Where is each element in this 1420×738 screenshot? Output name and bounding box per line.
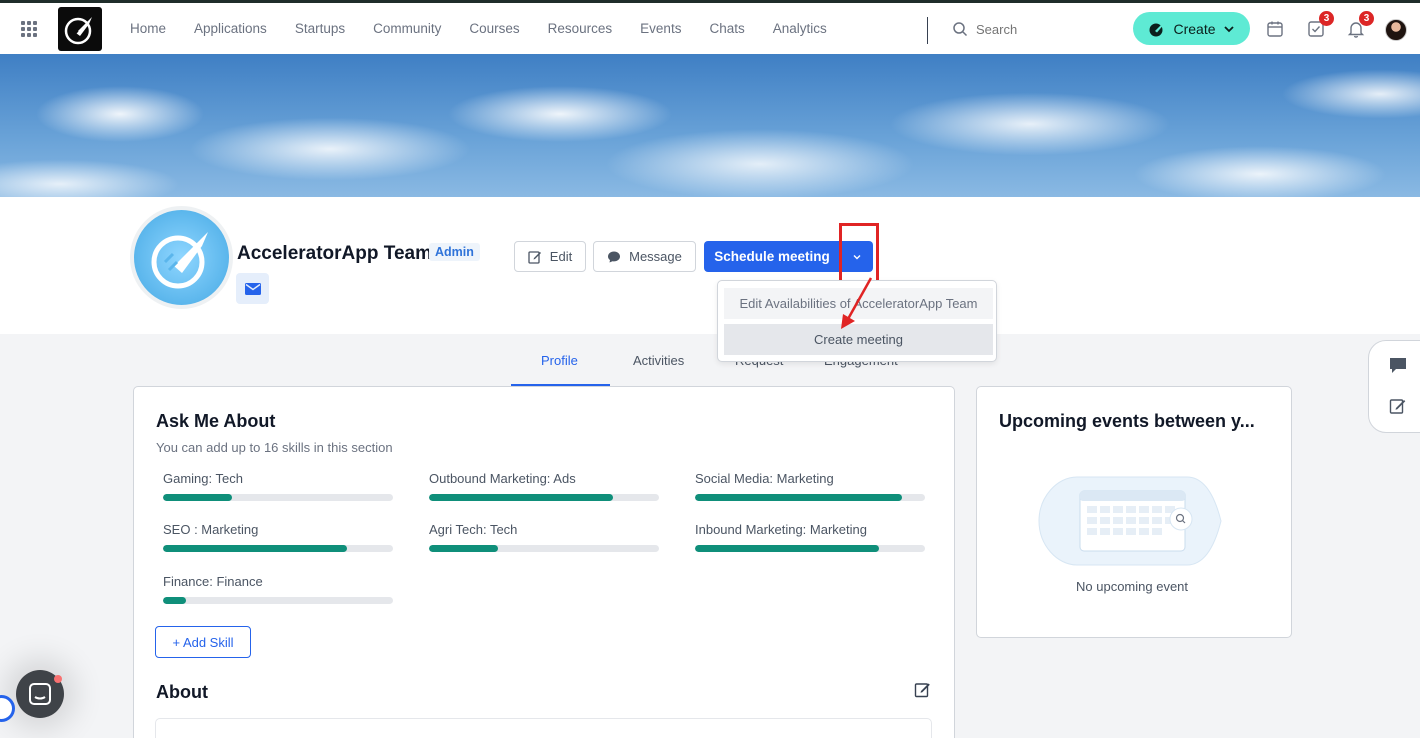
chat-unread-dot xyxy=(54,675,62,683)
edit-button-label: Edit xyxy=(549,249,573,264)
tasks-icon[interactable]: 3 xyxy=(1307,11,1334,40)
skill-bar-fill xyxy=(695,494,902,501)
user-avatar[interactable] xyxy=(1385,19,1407,41)
app-logo[interactable] xyxy=(58,7,102,51)
email-button[interactable] xyxy=(236,273,269,304)
main-nav: Home Applications Startups Community Cou… xyxy=(116,3,841,54)
skill-label: Finance: Finance xyxy=(163,574,263,589)
skill-bar-fill xyxy=(429,494,613,501)
add-skill-button[interactable]: + Add Skill xyxy=(155,626,251,658)
nav-courses[interactable]: Courses xyxy=(455,21,533,36)
chevron-down-icon xyxy=(1223,25,1234,32)
notifications-badge: 3 xyxy=(1359,11,1374,26)
skill-bar xyxy=(429,494,659,501)
annotation-highlight-box xyxy=(839,223,879,283)
skill-label: SEO : Marketing xyxy=(163,522,259,537)
edit-button[interactable]: Edit xyxy=(514,241,586,272)
skill-bar-fill xyxy=(429,545,498,552)
search-input[interactable] xyxy=(976,21,1106,37)
skill-label: Inbound Marketing: Marketing xyxy=(695,522,867,537)
skill-bar xyxy=(429,545,659,552)
skill-bar xyxy=(163,494,393,501)
skill-bar xyxy=(695,494,925,501)
ask-me-about-card xyxy=(133,386,955,738)
ask-me-about-title: Ask Me About xyxy=(156,411,276,431)
nav-analytics[interactable]: Analytics xyxy=(759,21,841,36)
cover-image xyxy=(0,54,1420,197)
tab-activities[interactable]: Activities xyxy=(633,353,684,368)
nav-startups[interactable]: Startups xyxy=(281,21,359,36)
skill-bar xyxy=(163,545,393,552)
nav-events[interactable]: Events xyxy=(626,21,695,36)
schedule-meeting-label: Schedule meeting xyxy=(714,249,830,264)
upcoming-events-title: Upcoming events between y... xyxy=(999,411,1255,431)
skill-bar xyxy=(163,597,393,604)
profile-name: AcceleratorApp Team xyxy=(237,243,432,264)
rocket-icon xyxy=(1149,21,1165,36)
bell-icon[interactable]: 3 xyxy=(1347,11,1374,40)
nav-resources[interactable]: Resources xyxy=(534,21,627,36)
annotation-arrow-icon xyxy=(841,277,873,329)
role-badge: Admin xyxy=(429,243,480,261)
tab-profile[interactable]: Profile xyxy=(541,353,578,368)
skill-label: Outbound Marketing: Ads xyxy=(429,471,576,486)
skill-label: Social Media: Marketing xyxy=(695,471,834,486)
nav-home[interactable]: Home xyxy=(116,21,180,36)
nav-divider xyxy=(927,17,928,44)
edit-icon xyxy=(528,250,541,264)
ask-me-about-subtitle: You can add up to 16 skills in this sect… xyxy=(156,440,393,455)
side-action-panel xyxy=(1368,340,1420,433)
nav-community[interactable]: Community xyxy=(359,21,455,36)
apps-grid-icon[interactable] xyxy=(21,21,37,37)
about-content-box xyxy=(155,718,932,738)
envelope-icon xyxy=(244,282,261,295)
no-upcoming-event-text: No upcoming event xyxy=(1076,579,1189,594)
search-icon xyxy=(953,22,968,37)
edit-icon[interactable] xyxy=(914,681,931,698)
search-box[interactable] xyxy=(952,15,1112,43)
skill-bar-fill xyxy=(163,597,186,604)
nav-chats[interactable]: Chats xyxy=(695,21,758,36)
rocket-logo-icon xyxy=(151,231,208,288)
intercom-icon xyxy=(29,683,51,705)
message-button[interactable]: Message xyxy=(593,241,696,272)
comment-icon[interactable] xyxy=(1388,356,1408,374)
skill-bar-fill xyxy=(163,545,347,552)
create-button-label: Create xyxy=(1173,20,1216,37)
skill-label: Gaming: Tech xyxy=(163,471,243,486)
skill-bar-fill xyxy=(695,545,879,552)
edit-icon[interactable] xyxy=(1389,397,1407,415)
message-button-label: Message xyxy=(629,249,682,264)
chat-bubble-icon xyxy=(608,251,621,262)
tasks-badge: 3 xyxy=(1319,11,1334,26)
calendar-icon[interactable] xyxy=(1266,20,1286,40)
skill-bar xyxy=(695,545,925,552)
about-title: About xyxy=(156,682,208,702)
schedule-meeting-button[interactable]: Schedule meeting xyxy=(704,241,840,272)
top-navigation-bar: Home Applications Startups Community Cou… xyxy=(0,0,1420,54)
skill-label: Agri Tech: Tech xyxy=(429,522,518,537)
help-widget-button[interactable] xyxy=(0,695,15,722)
profile-avatar xyxy=(130,206,233,309)
calendar-illustration-icon xyxy=(1038,476,1222,566)
skill-bar-fill xyxy=(163,494,232,501)
nav-applications[interactable]: Applications xyxy=(180,21,281,36)
create-button[interactable]: Create xyxy=(1133,12,1250,45)
rocket-logo-icon xyxy=(64,17,92,45)
